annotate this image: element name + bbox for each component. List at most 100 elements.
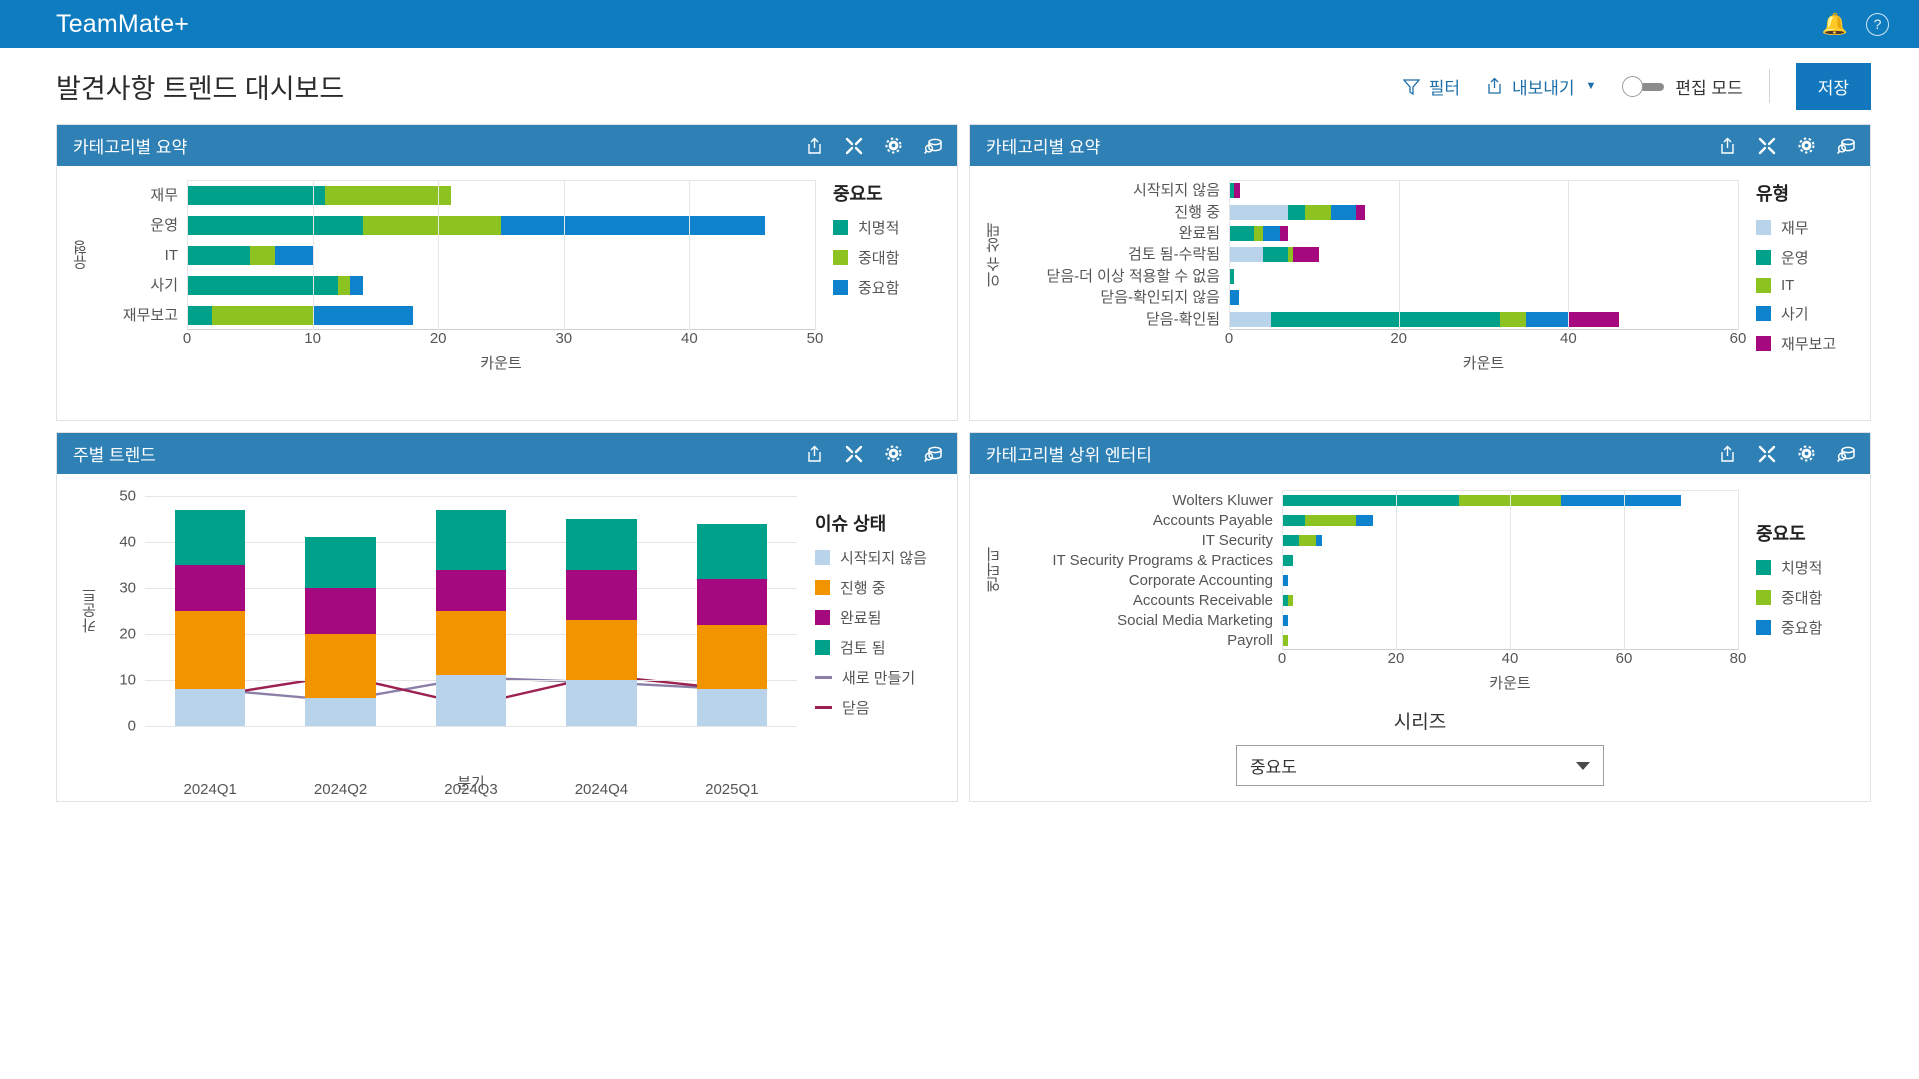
bar-segment[interactable] xyxy=(697,524,767,579)
bar-segment[interactable] xyxy=(187,246,250,265)
legend-item[interactable]: 닫음 xyxy=(815,697,947,718)
bar-column[interactable] xyxy=(175,510,245,726)
bar-segment[interactable] xyxy=(436,611,506,675)
legend-item[interactable]: 검토 됨 xyxy=(815,637,947,658)
gear-icon[interactable] xyxy=(885,445,902,462)
bar-segment[interactable] xyxy=(566,680,636,726)
bar-segment[interactable] xyxy=(175,565,245,611)
bar-segment[interactable] xyxy=(501,216,765,235)
legend-item[interactable]: 완료됨 xyxy=(815,607,947,628)
series-select[interactable]: 중요도 xyxy=(1236,745,1604,786)
bar-segment[interactable] xyxy=(1561,495,1681,506)
bar-segment[interactable] xyxy=(1305,205,1330,220)
legend-item[interactable]: IT xyxy=(1756,277,1860,294)
export-button[interactable]: 내보내기 ▼ xyxy=(1486,74,1596,99)
bar-row[interactable] xyxy=(187,276,815,295)
bar-segment[interactable] xyxy=(1282,495,1459,506)
bar-segment[interactable] xyxy=(566,519,636,570)
bar-row[interactable] xyxy=(1229,269,1738,284)
bar-segment[interactable] xyxy=(697,625,767,689)
bar-segment[interactable] xyxy=(175,510,245,565)
toggle-switch[interactable] xyxy=(1622,77,1664,96)
bar-segment[interactable] xyxy=(1229,226,1254,241)
bar-segment[interactable] xyxy=(1526,312,1568,327)
bar-segment[interactable] xyxy=(187,216,363,235)
bar-segment[interactable] xyxy=(436,510,506,570)
filter-button[interactable]: 필터 xyxy=(1403,74,1460,99)
bar-segment[interactable] xyxy=(175,611,245,689)
bar-segment[interactable] xyxy=(350,276,363,295)
edit-mode-toggle[interactable]: 편집 모드 xyxy=(1622,74,1742,99)
bar-segment[interactable] xyxy=(566,570,636,621)
bar-segment[interactable] xyxy=(697,689,767,726)
legend-item[interactable]: 중대함 xyxy=(1756,587,1860,608)
bar-row[interactable] xyxy=(187,216,815,235)
legend-item[interactable]: 진행 중 xyxy=(815,577,947,598)
bar-segment[interactable] xyxy=(325,186,451,205)
bar-segment[interactable] xyxy=(1356,515,1373,526)
data-source-icon[interactable] xyxy=(924,445,943,463)
gear-icon[interactable] xyxy=(885,137,902,154)
export-icon[interactable] xyxy=(1719,137,1736,155)
bar-segment[interactable] xyxy=(1282,535,1299,546)
bar-segment[interactable] xyxy=(697,579,767,625)
legend-item[interactable]: 사기 xyxy=(1756,303,1860,324)
save-button[interactable]: 저장 xyxy=(1796,63,1871,110)
bar-segment[interactable] xyxy=(1500,312,1525,327)
help-icon[interactable]: ? xyxy=(1866,13,1889,36)
bar-segment[interactable] xyxy=(250,246,275,265)
bar-row[interactable] xyxy=(187,246,815,265)
legend-item[interactable]: 시작되지 않음 xyxy=(815,547,947,568)
bar-segment[interactable] xyxy=(275,246,313,265)
bar-segment[interactable] xyxy=(187,306,212,325)
bar-segment[interactable] xyxy=(1288,595,1294,606)
bar-segment[interactable] xyxy=(436,570,506,611)
bar-segment[interactable] xyxy=(212,306,312,325)
bar-segment[interactable] xyxy=(1229,205,1288,220)
expand-icon[interactable] xyxy=(845,445,863,463)
bar-segment[interactable] xyxy=(1229,247,1263,262)
data-source-icon[interactable] xyxy=(1837,137,1856,155)
bar-segment[interactable] xyxy=(175,689,245,726)
gear-icon[interactable] xyxy=(1798,137,1815,154)
legend-item[interactable]: 치명적 xyxy=(1756,557,1860,578)
bell-icon[interactable]: 🔔 xyxy=(1822,14,1848,35)
bar-segment[interactable] xyxy=(1263,226,1280,241)
export-icon[interactable] xyxy=(806,137,823,155)
bar-row[interactable] xyxy=(1229,205,1738,220)
bar-column[interactable] xyxy=(305,537,375,726)
bar-row[interactable] xyxy=(1229,226,1738,241)
bar-segment[interactable] xyxy=(1331,205,1356,220)
bar-segment[interactable] xyxy=(363,216,501,235)
bar-row[interactable] xyxy=(1229,247,1738,262)
expand-icon[interactable] xyxy=(845,137,863,155)
bar-segment[interactable] xyxy=(305,698,375,726)
bar-segment[interactable] xyxy=(1254,226,1262,241)
data-source-icon[interactable] xyxy=(1837,445,1856,463)
bar-row[interactable] xyxy=(187,186,815,205)
legend-item[interactable]: 치명적 xyxy=(833,217,947,238)
bar-segment[interactable] xyxy=(1280,226,1288,241)
legend-item[interactable]: 재무 xyxy=(1756,217,1860,238)
legend-item[interactable]: 중요함 xyxy=(1756,617,1860,638)
bar-segment[interactable] xyxy=(187,276,338,295)
legend-item[interactable]: 중대함 xyxy=(833,247,947,268)
gear-icon[interactable] xyxy=(1798,445,1815,462)
bar-segment[interactable] xyxy=(1288,205,1305,220)
bar-segment[interactable] xyxy=(1282,515,1305,526)
bar-segment[interactable] xyxy=(1234,183,1240,198)
bar-segment[interactable] xyxy=(187,186,325,205)
bar-column[interactable] xyxy=(566,519,636,726)
legend-item[interactable]: 운영 xyxy=(1756,247,1860,268)
bar-segment[interactable] xyxy=(305,537,375,588)
bar-segment[interactable] xyxy=(1356,205,1364,220)
bar-segment[interactable] xyxy=(436,675,506,726)
data-source-icon[interactable] xyxy=(924,137,943,155)
legend-item[interactable]: 재무보고 xyxy=(1756,333,1860,354)
legend-item[interactable]: 중요함 xyxy=(833,277,947,298)
bar-segment[interactable] xyxy=(1263,247,1288,262)
bar-row[interactable] xyxy=(1229,183,1738,198)
export-icon[interactable] xyxy=(806,445,823,463)
bar-segment[interactable] xyxy=(313,306,413,325)
bar-segment[interactable] xyxy=(305,634,375,698)
